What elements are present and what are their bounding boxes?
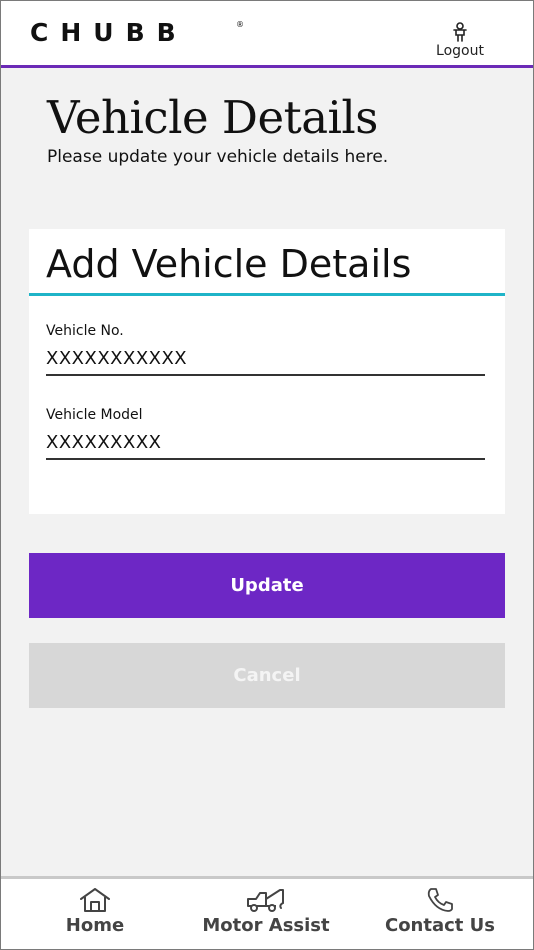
phone-icon xyxy=(427,888,453,912)
vehicle-model-field: Vehicle Model xyxy=(46,406,485,460)
vehicle-model-input[interactable] xyxy=(46,424,485,460)
bottom-navigation: Home Motor Assist Contact Us xyxy=(0,876,534,950)
tow-truck-icon xyxy=(247,889,284,912)
logout-label: Logout xyxy=(436,43,484,59)
nav-item-motor-assist[interactable]: Motor Assist xyxy=(196,887,336,936)
vehicle-number-label: Vehicle No. xyxy=(46,323,124,339)
nav-item-home[interactable]: Home xyxy=(60,887,130,936)
logout-button[interactable]: Logout xyxy=(430,22,490,59)
cancel-button[interactable]: Cancel xyxy=(29,643,505,708)
nav-label-home: Home xyxy=(65,915,125,936)
registered-mark: ® xyxy=(236,20,244,29)
nav-item-contact-us[interactable]: Contact Us xyxy=(378,887,502,936)
vehicle-details-card: Add Vehicle Details Vehicle No. Vehicle … xyxy=(29,229,505,514)
nav-label-contact-us: Contact Us xyxy=(384,915,495,936)
page-title: Vehicle Details xyxy=(47,91,378,144)
nav-label-motor-assist: Motor Assist xyxy=(202,915,330,936)
chubb-logo: CHUBB xyxy=(30,18,188,47)
vehicle-number-input[interactable] xyxy=(46,340,485,376)
card-divider xyxy=(29,293,505,296)
app-header: CHUBB ® Logout xyxy=(0,0,534,68)
person-icon xyxy=(453,22,467,42)
home-icon xyxy=(80,888,110,912)
vehicle-model-label: Vehicle Model xyxy=(46,407,143,423)
page-subtitle: Please update your vehicle details here. xyxy=(47,147,389,167)
card-title: Add Vehicle Details xyxy=(46,242,412,286)
vehicle-number-field: Vehicle No. xyxy=(46,322,485,376)
update-button[interactable]: Update xyxy=(29,553,505,618)
